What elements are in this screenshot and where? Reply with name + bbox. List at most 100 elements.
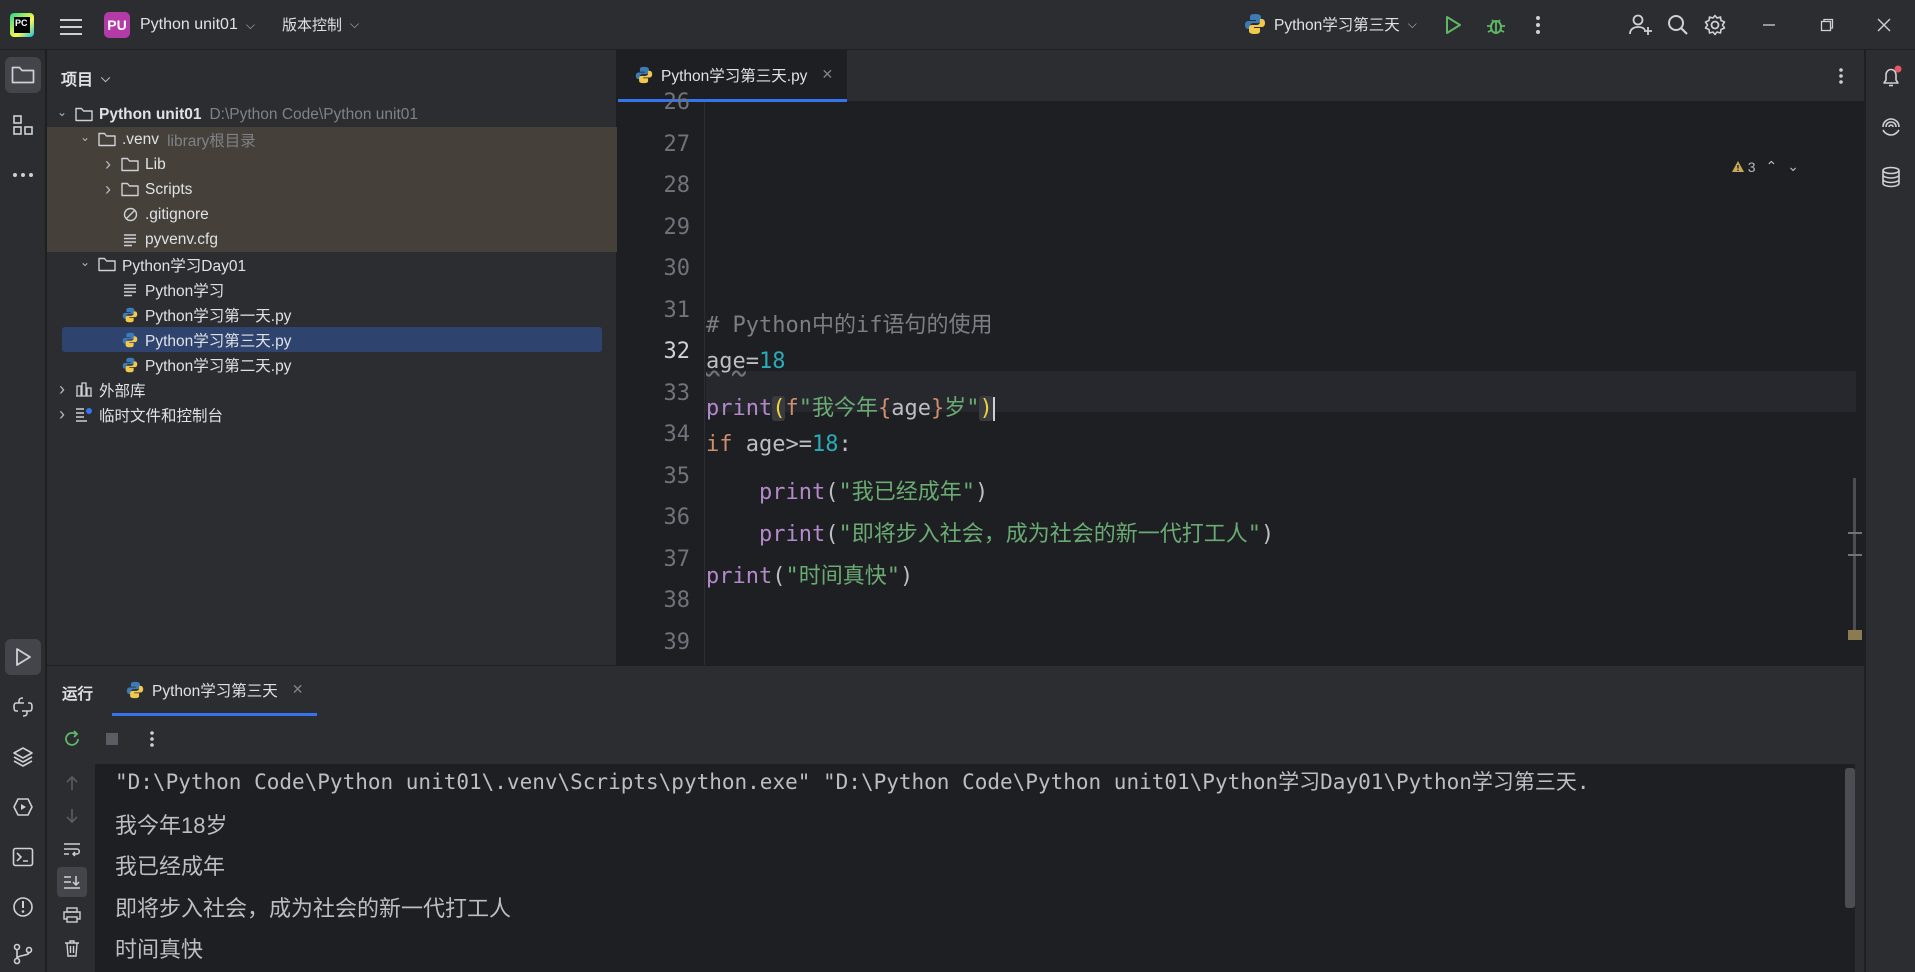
chevron-down-icon: ⌵	[350, 17, 360, 31]
tree-item[interactable]: .gitignore	[47, 202, 617, 227]
vcs-menu[interactable]: 版本控制 ⌵	[282, 14, 359, 35]
function-token: print	[706, 564, 773, 589]
more-tools-button[interactable]	[5, 157, 41, 193]
chevron-right-icon[interactable]: ›	[101, 179, 115, 200]
trash-icon[interactable]	[57, 933, 87, 963]
soft-wrap-icon[interactable]	[57, 834, 87, 864]
add-user-icon[interactable]	[1626, 10, 1656, 40]
stop-icon[interactable]	[97, 724, 127, 754]
run-tool-button[interactable]	[5, 639, 41, 675]
chevron-down-icon[interactable]: ⌄	[78, 130, 92, 144]
project-panel: 项目 ⌵ ⌄ Python unit01 D:\Python Code\Python…	[47, 50, 617, 665]
problems-tool-button[interactable]	[5, 889, 41, 925]
project-switcher[interactable]: PU Python unit01 ⌵	[104, 11, 255, 39]
tree-item[interactable]: Python学习第一天.py	[47, 302, 617, 327]
tree-item[interactable]: › Lib	[47, 152, 617, 177]
string-token: "我今年	[798, 396, 878, 421]
gitignore-icon	[121, 207, 139, 223]
tree-item-label: 外部库	[99, 382, 146, 400]
chevron-right-icon[interactable]: ›	[55, 404, 69, 425]
database-button[interactable]	[1873, 159, 1909, 195]
scratch-icon	[75, 407, 93, 423]
project-tree: ⌄ Python unit01 D:\Python Code\Python unit…	[47, 102, 617, 427]
debug-button[interactable]	[1481, 10, 1511, 40]
print-icon[interactable]	[57, 900, 87, 930]
settings-gear-icon[interactable]	[1700, 10, 1730, 40]
chevron-down-icon: ⌵	[245, 17, 255, 32]
tree-item[interactable]: ⌄ .venv library根目录	[47, 127, 617, 152]
bracket-token: (	[772, 396, 786, 421]
line-number: 27	[663, 131, 691, 157]
ai-assistant-icon	[1882, 118, 1900, 136]
search-icon[interactable]	[1663, 10, 1693, 40]
chevron-down-icon[interactable]: ⌄	[78, 255, 92, 269]
structure-tool-button[interactable]	[5, 107, 41, 143]
run-panel: 运行 Python学习第三天 ✕ "D:\Python Code\Python …	[47, 665, 1864, 972]
main-menu-icon[interactable]	[56, 12, 86, 42]
python-file-icon	[121, 332, 139, 348]
string-token: "即将步入社会，成为社会的新一代打工人"	[838, 522, 1261, 547]
run-button[interactable]	[1438, 10, 1468, 40]
project-view-selector[interactable]: 项目 ⌵	[61, 66, 110, 90]
tree-item[interactable]: › 外部库	[47, 377, 617, 402]
vcs-label: 版本控制	[282, 17, 343, 34]
chevron-down-icon[interactable]: ⌄	[55, 105, 69, 119]
console-command-line: "D:\Python Code\Python unit01\.venv\Scri…	[115, 770, 1590, 794]
terminal-tool-button[interactable]	[5, 839, 41, 875]
console-output[interactable]: "D:\Python Code\Python unit01\.venv\Scri…	[95, 764, 1855, 972]
line-number: 32	[663, 339, 691, 364]
tree-item[interactable]: pyvenv.cfg	[47, 227, 617, 252]
code-area[interactable]: # Python中的if语句的使用 age=18 print(f"我今年{age…	[706, 102, 1856, 665]
tree-item[interactable]: ⌄ Python unit01 D:\Python Code\Python unit…	[47, 102, 617, 127]
editor-tab[interactable]: Python学习第三天.py ✕	[618, 50, 847, 102]
tree-item[interactable]: Python学习第二天.py	[47, 352, 617, 377]
run-tab[interactable]: Python学习第三天 ✕	[112, 666, 317, 716]
run-config-selector[interactable]: Python学习第三天 ⌵	[1244, 13, 1417, 35]
close-window-icon[interactable]	[1869, 10, 1899, 40]
services-tool-button[interactable]	[5, 789, 41, 825]
panel-title: 项目	[61, 72, 94, 89]
chevron-right-icon[interactable]: ›	[55, 379, 69, 400]
console-output-line: 即将步入社会，成为社会的新一代打工人	[115, 895, 512, 921]
scroll-to-end-icon[interactable]	[57, 867, 87, 897]
run-panel-title: 运行	[62, 686, 94, 703]
tree-item[interactable]: › 临时文件和控制台	[47, 402, 617, 427]
ai-assistant-button[interactable]	[1873, 109, 1909, 145]
chevron-right-icon[interactable]: ›	[101, 154, 115, 175]
folder-icon	[121, 182, 139, 198]
git-branch-icon	[13, 943, 33, 965]
console-scrollbar[interactable]	[1845, 768, 1855, 908]
bell-icon	[1883, 65, 1902, 87]
pycharm-logo-icon: PC	[10, 13, 34, 37]
tree-item[interactable]: ⌄ Python学习Day01	[47, 252, 617, 277]
more-dots-icon	[13, 173, 33, 177]
git-tool-button[interactable]	[5, 936, 41, 972]
minimize-icon[interactable]	[1754, 10, 1784, 40]
scroll-up-icon[interactable]	[57, 768, 87, 798]
code-line-30: # Python中的if语句的使用	[706, 313, 993, 338]
tree-item-label: Python学习第三天.py	[145, 332, 292, 350]
rerun-icon[interactable]	[57, 724, 87, 754]
more-actions-icon[interactable]	[1523, 10, 1553, 40]
project-tool-button[interactable]	[5, 57, 41, 93]
python-console-button[interactable]	[5, 689, 41, 725]
folder-icon	[75, 107, 93, 123]
notifications-button[interactable]	[1873, 59, 1909, 95]
editor-scrollbar[interactable]	[1848, 478, 1864, 640]
layers-tool-button[interactable]	[5, 739, 41, 775]
scroll-down-icon[interactable]	[57, 801, 87, 831]
keyword-token: if	[706, 432, 733, 457]
tree-item[interactable]: › Scripts	[47, 177, 617, 202]
run-more-icon[interactable]	[137, 724, 167, 754]
close-tab-icon[interactable]: ✕	[292, 681, 304, 698]
restore-icon[interactable]	[1812, 10, 1842, 40]
tree-item[interactable]: Python学习	[47, 277, 617, 302]
folder-icon	[11, 66, 35, 84]
tree-item[interactable]: Python学习第三天.py	[62, 327, 602, 352]
tab-more-icon[interactable]	[1826, 61, 1856, 91]
editor-tab-label: Python学习第三天.py	[661, 67, 808, 85]
line-number: 34	[663, 422, 691, 447]
run-config-name: Python学习第三天	[1274, 17, 1400, 34]
console-output-line: 时间真快	[115, 937, 204, 962]
close-tab-icon[interactable]: ✕	[821, 66, 833, 83]
